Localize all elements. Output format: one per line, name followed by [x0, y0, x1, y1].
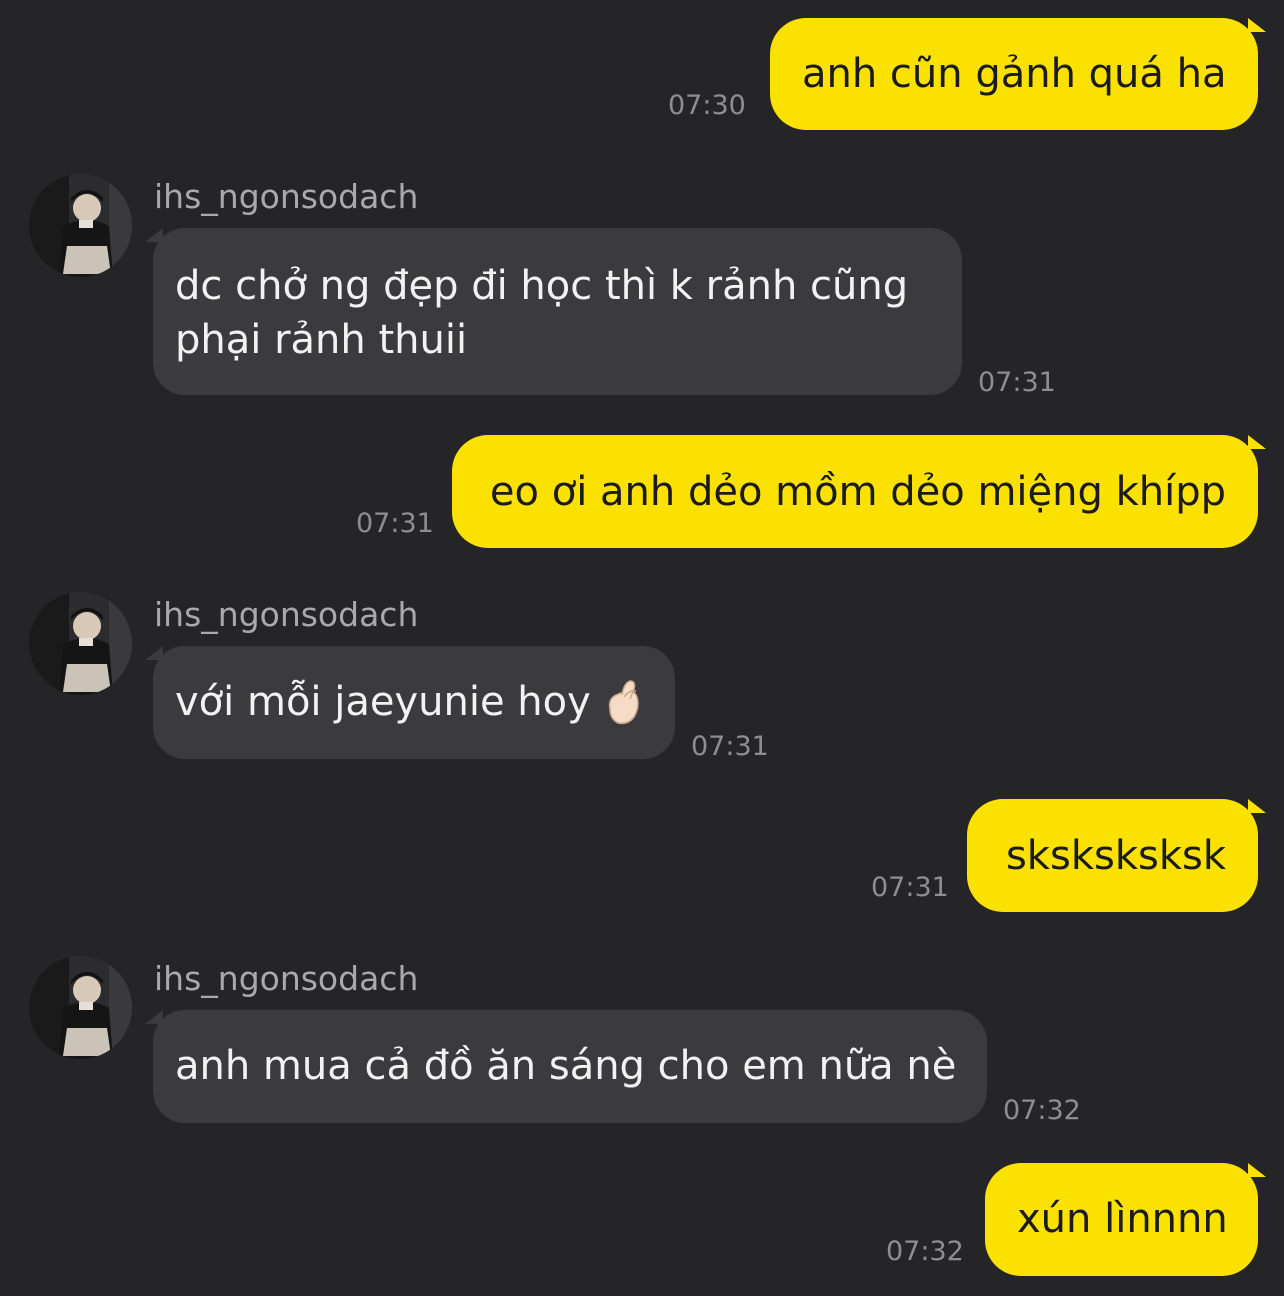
bubble-tail	[145, 646, 163, 660]
bubble-tail	[1248, 18, 1266, 32]
incoming-message-bubble[interactable]: anh mua cả đồ ăn sáng cho em nữa nè	[153, 1010, 987, 1123]
chat-screen: 07:30 anh cũn gảnh quá ha ihs_ngonsodach…	[0, 0, 1284, 1296]
avatar[interactable]	[29, 174, 132, 277]
outgoing-message-bubble[interactable]: xún lìnnnn	[985, 1163, 1258, 1276]
bubble-tail	[1248, 799, 1266, 813]
bubble-tail	[1248, 1163, 1266, 1177]
profile-photo-icon	[29, 174, 132, 277]
profile-photo-icon	[29, 956, 132, 1059]
bubble-tail	[145, 1010, 163, 1024]
bubble-tail	[1248, 435, 1266, 449]
sender-name: ihs_ngonsodach	[154, 959, 419, 998]
message-timestamp: 07:32	[886, 1236, 964, 1267]
sender-name: ihs_ngonsodach	[154, 595, 419, 634]
outgoing-message-bubble[interactable]: sksksksksk	[967, 799, 1258, 912]
message-text: anh mua cả đồ ăn sáng cho em nữa nè	[175, 1043, 957, 1089]
message-text: xún lìnnnn	[1017, 1196, 1228, 1242]
message-text: eo ơi anh dẻo mồm dẻo miệng khípp	[489, 469, 1226, 515]
sender-name: ihs_ngonsodach	[154, 177, 419, 216]
outgoing-message-bubble[interactable]: anh cũn gảnh quá ha	[770, 18, 1258, 130]
message-text: với mỗi jaeyunie hoy	[175, 679, 591, 725]
bubble-tail	[145, 228, 163, 242]
incoming-message-bubble[interactable]: dc chở ng đẹp đi học thì k rảnh cũng phạ…	[153, 228, 962, 395]
message-text: sksksksksk	[1005, 833, 1226, 879]
profile-photo-icon	[29, 592, 132, 695]
message-timestamp: 07:31	[356, 508, 434, 539]
message-text: anh cũn gảnh quá ha	[802, 51, 1227, 97]
avatar[interactable]	[29, 956, 132, 1059]
message-text: dc chở ng đẹp đi học thì k rảnh cũng phạ…	[175, 263, 909, 363]
avatar[interactable]	[29, 592, 132, 695]
message-timestamp: 07:32	[1003, 1095, 1081, 1126]
message-timestamp: 07:30	[668, 90, 746, 121]
outgoing-message-bubble[interactable]: eo ơi anh dẻo mồm dẻo miệng khípp	[452, 435, 1258, 548]
finger-heart-emoji-icon	[608, 680, 639, 725]
message-timestamp: 07:31	[691, 731, 769, 762]
incoming-message-bubble[interactable]: với mỗi jaeyunie hoy	[153, 646, 675, 759]
message-timestamp: 07:31	[871, 872, 949, 903]
message-timestamp: 07:31	[978, 367, 1056, 398]
